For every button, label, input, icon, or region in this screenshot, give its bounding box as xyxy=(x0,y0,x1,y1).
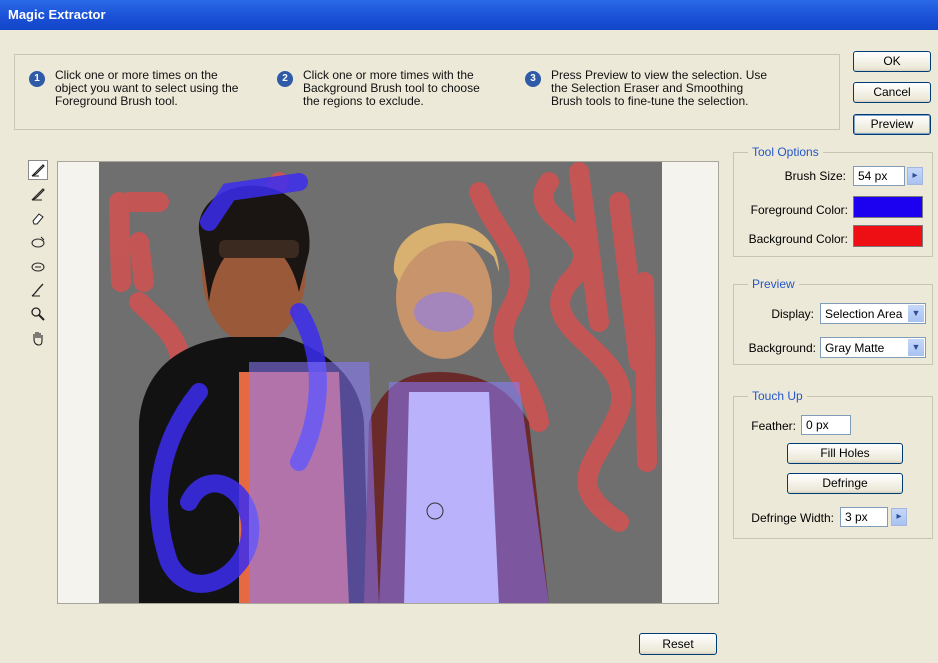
step-number-badge: 3 xyxy=(525,71,541,87)
touch-up-group: Touch Up Feather: 0 px Fill Holes Defrin… xyxy=(733,389,933,539)
hand-icon[interactable] xyxy=(28,328,48,348)
defringe-width-slider-arrow-icon[interactable]: ▸ xyxy=(891,508,907,526)
foreground-color-label: Foreground Color: xyxy=(750,203,848,217)
foreground-color-swatch[interactable] xyxy=(853,196,923,218)
tool-palette xyxy=(28,160,50,352)
cancel-button[interactable]: Cancel xyxy=(853,82,931,103)
defringe-button[interactable]: Defringe xyxy=(787,473,903,494)
display-select-value: Selection Area xyxy=(825,307,903,321)
chevron-down-icon[interactable]: ▼ xyxy=(908,339,924,356)
smoothing-brush-icon[interactable] xyxy=(28,280,48,300)
background-select-value: Gray Matte xyxy=(825,341,885,355)
defringe-width-field[interactable]: 3 px xyxy=(840,507,888,527)
feather-label: Feather: xyxy=(751,419,796,433)
brush-size-label: Brush Size: xyxy=(784,169,846,183)
photo-preview[interactable] xyxy=(99,162,662,603)
defringe-width-label: Defringe Width: xyxy=(751,511,834,525)
instruction-text: Click one or more times on the object yo… xyxy=(55,68,239,108)
zoom-icon[interactable] xyxy=(28,304,48,324)
instruction-text: Press Preview to view the selection. Use… xyxy=(551,68,768,108)
brush-size-slider-arrow-icon[interactable]: ▸ xyxy=(907,167,923,185)
image-canvas[interactable] xyxy=(57,161,719,604)
step-number-badge: 1 xyxy=(29,71,45,87)
dialog-body: 1 Click one or more times on the object … xyxy=(0,30,938,663)
background-brush-icon[interactable] xyxy=(28,184,48,204)
reset-button[interactable]: Reset xyxy=(639,633,717,655)
instruction-step-2: 2 Click one or more times with the Backg… xyxy=(277,69,480,108)
add-to-selection-icon[interactable] xyxy=(28,232,48,252)
preview-title: Preview xyxy=(748,277,799,291)
display-label: Display: xyxy=(771,307,814,321)
instructions-panel: 1 Click one or more times on the object … xyxy=(14,54,840,130)
foreground-brush-icon[interactable] xyxy=(28,160,48,180)
tool-options-title: Tool Options xyxy=(748,145,823,159)
background-color-label: Background Color: xyxy=(748,232,848,246)
point-eraser-icon[interactable] xyxy=(28,208,48,228)
instruction-step-1: 1 Click one or more times on the object … xyxy=(29,69,238,108)
instruction-text: Click one or more times with the Backgro… xyxy=(303,68,480,108)
title-bar: Magic Extractor xyxy=(0,0,938,30)
ok-button[interactable]: OK xyxy=(853,51,931,72)
fill-holes-button[interactable]: Fill Holes xyxy=(787,443,903,464)
touch-up-title: Touch Up xyxy=(748,389,807,403)
remove-from-selection-icon[interactable] xyxy=(28,256,48,276)
display-select[interactable]: Selection Area ▼ xyxy=(820,303,926,324)
background-label: Background: xyxy=(748,341,816,355)
preview-group: Preview Display: Selection Area ▼ Backgr… xyxy=(733,277,933,365)
feather-field[interactable]: 0 px xyxy=(801,415,851,435)
background-select[interactable]: Gray Matte ▼ xyxy=(820,337,926,358)
instruction-step-3: 3 Press Preview to view the selection. U… xyxy=(525,69,767,108)
tool-options-group: Tool Options Brush Size: 54 px ▸ Foregro… xyxy=(733,145,933,257)
background-color-swatch[interactable] xyxy=(853,225,923,247)
preview-button[interactable]: Preview xyxy=(853,114,931,135)
chevron-down-icon[interactable]: ▼ xyxy=(908,305,924,322)
brush-size-field[interactable]: 54 px xyxy=(853,166,905,186)
step-number-badge: 2 xyxy=(277,71,293,87)
window-title: Magic Extractor xyxy=(8,7,106,22)
